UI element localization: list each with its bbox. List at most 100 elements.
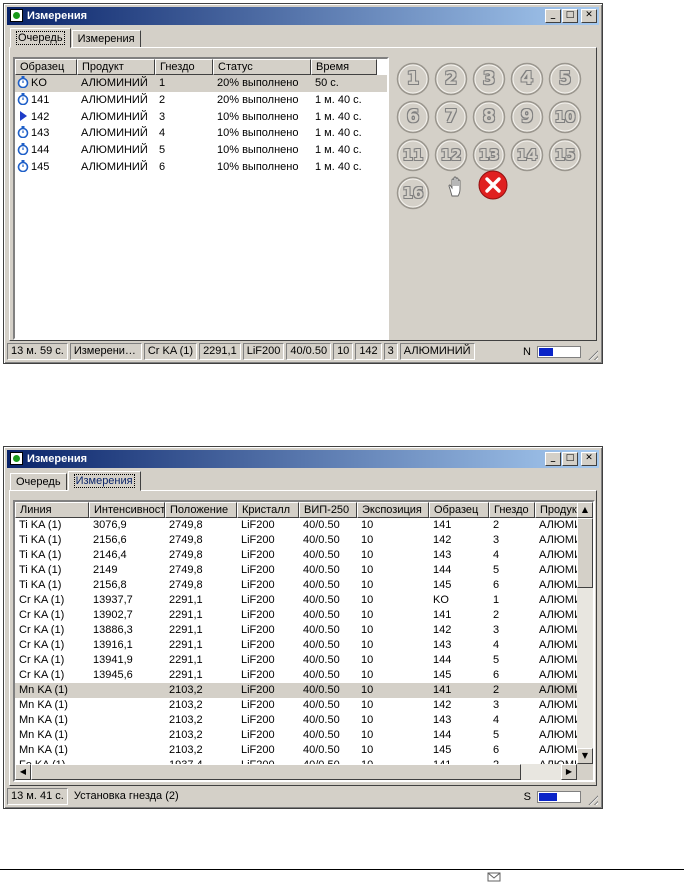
table-row[interactable]: Ti KA (1) 2146,4 2749,8 LiF200 40/0.50 10 143 4…	[15, 548, 577, 563]
slot-button-3[interactable]: 3	[472, 62, 506, 96]
slot-button-9[interactable]: 9	[510, 100, 544, 134]
minimize-button[interactable]: _	[545, 9, 561, 23]
queue-cell-sample: KO	[15, 75, 77, 92]
maximize-button[interactable]: □	[562, 9, 578, 23]
hand-icon[interactable]	[446, 176, 466, 198]
tab-queue[interactable]: Очередь	[10, 28, 71, 48]
slot-button-12[interactable]: 12	[434, 138, 468, 172]
column-header[interactable]: Образец	[15, 59, 77, 75]
table-cell: 142	[433, 699, 452, 711]
table-row[interactable]: Ti KA (1) 2156,8 2749,8 LiF200 40/0.50 10 145 6…	[15, 578, 577, 593]
table-row[interactable]: Ti KA (1) 2149 2749,8 LiF200 40/0.50 10 144 5 АЛ…	[15, 563, 577, 578]
slot-number: 7	[444, 106, 458, 127]
table-cell: LiF200	[241, 609, 275, 621]
slot-button-11[interactable]: 11	[396, 138, 430, 172]
table-cell: 2103,2	[169, 744, 203, 756]
tab-measurements[interactable]: Измерения	[67, 471, 141, 491]
column-header[interactable]: Линия	[15, 502, 89, 518]
table-row[interactable]: Mn KA (1) 2103,2 LiF200 40/0.50 10 142 3 АЛЮМИН…	[15, 698, 577, 713]
table-cell: 10	[361, 519, 374, 531]
scroll-down-button[interactable]: ▼	[577, 748, 593, 764]
queue-list[interactable]: Образец Продукт Гнездо Статус Время KO АЛЮМИН…	[13, 57, 389, 340]
close-button[interactable]: ✕	[581, 452, 597, 466]
slot-button-8[interactable]: 8	[472, 100, 506, 134]
column-header[interactable]: Гнездо	[489, 502, 535, 518]
table-cell: 40/0.50	[303, 654, 340, 666]
table-cell: 40/0.50	[303, 699, 340, 711]
table-cell: АЛЮМИНИЙ	[539, 564, 577, 576]
vertical-scroll-thumb[interactable]	[577, 518, 593, 588]
slot-button-13[interactable]: 13	[472, 138, 506, 172]
column-header[interactable]: Гнездо	[155, 59, 213, 75]
vertical-scrollbar[interactable]: ▲ ▼	[577, 502, 593, 764]
slot-button-4[interactable]: 4	[510, 62, 544, 96]
column-header[interactable]: Экспозиция	[357, 502, 429, 518]
horizontal-scroll-thumb[interactable]	[31, 764, 521, 780]
tab-queue[interactable]: Очередь	[10, 473, 67, 491]
column-header[interactable]: Интенсивность	[89, 502, 165, 518]
queue-row[interactable]: 143 АЛЮМИНИЙ 4 10% выполнено 1 м. 40 с.	[15, 125, 387, 142]
slot-number: 3	[482, 68, 496, 89]
column-header[interactable]: ВИП-250	[299, 502, 357, 518]
slot-button-14[interactable]: 14	[510, 138, 544, 172]
scroll-right-button[interactable]: ▶	[561, 764, 577, 780]
queue-cell-status: 20% выполнено	[217, 93, 299, 106]
table-cell: 6	[493, 744, 500, 756]
table-cell: 2103,2	[169, 684, 203, 696]
queue-row[interactable]: 142 АЛЮМИНИЙ 3 10% выполнено 1 м. 40 с.	[15, 109, 387, 126]
resize-grip[interactable]	[586, 348, 598, 360]
table-cell: 13916,1	[93, 639, 133, 651]
column-header[interactable]: Положение	[165, 502, 237, 518]
slot-button-2[interactable]: 2	[434, 62, 468, 96]
column-header[interactable]: Кристалл	[237, 502, 299, 518]
sample-label: 143	[31, 127, 50, 140]
queue-row[interactable]: KO АЛЮМИНИЙ 1 20% выполнено 50 с.	[15, 75, 387, 92]
tab-measurements[interactable]: Измерения	[71, 30, 141, 48]
slot-button-7[interactable]: 7	[434, 100, 468, 134]
table-row[interactable]: Ti KA (1) 3076,9 2749,8 LiF200 40/0.50 10 141 2…	[15, 518, 577, 533]
column-header[interactable]: Статус	[213, 59, 311, 75]
slot-button-6[interactable]: 6	[396, 100, 430, 134]
table-row[interactable]: Cr KA (1) 13916,1 2291,1 LiF200 40/0.50 10 143…	[15, 638, 577, 653]
table-row[interactable]: Ti KA (1) 2156,6 2749,8 LiF200 40/0.50 10 142 3…	[15, 533, 577, 548]
scroll-up-button[interactable]: ▲	[577, 502, 593, 518]
abort-button[interactable]	[478, 170, 508, 200]
column-header[interactable]: Продукт	[535, 502, 577, 518]
column-header[interactable]: Образец	[429, 502, 489, 518]
table-row[interactable]: Cr KA (1) 13941,9 2291,1 LiF200 40/0.50 10 144…	[15, 653, 577, 668]
stopwatch-icon	[17, 159, 31, 176]
slot-button-5[interactable]: 5	[548, 62, 582, 96]
table-cell: 141	[433, 609, 452, 621]
table-cell: 2103,2	[169, 729, 203, 741]
resize-grip[interactable]	[586, 793, 598, 805]
table-row[interactable]: Cr KA (1) 13902,7 2291,1 LiF200 40/0.50 10 141…	[15, 608, 577, 623]
scroll-left-button[interactable]: ◀	[15, 764, 31, 780]
queue-row[interactable]: 141 АЛЮМИНИЙ 2 20% выполнено 1 м. 40 с.	[15, 92, 387, 109]
queue-list-body: KO АЛЮМИНИЙ 1 20% выполнено 50 с. 141 АЛЮМИНИЙ…	[15, 75, 387, 176]
maximize-button[interactable]: □	[562, 452, 578, 466]
title-bar[interactable]: Измерения _ □ ✕	[7, 7, 599, 25]
minimize-button[interactable]: _	[545, 452, 561, 466]
slot-button-10[interactable]: 10	[548, 100, 582, 134]
slot-button-15[interactable]: 15	[548, 138, 582, 172]
measurements-table[interactable]: Линия Интенсивность Положение Кристалл ВИП-2…	[13, 500, 595, 782]
table-row[interactable]: Cr KA (1) 13886,3 2291,1 LiF200 40/0.50 10 142…	[15, 623, 577, 638]
title-bar[interactable]: Измерения _ □ ✕	[7, 450, 599, 468]
horizontal-scrollbar[interactable]: ◀ ▶	[15, 764, 577, 780]
table-row[interactable]: Mn KA (1) 2103,2 LiF200 40/0.50 10 141 2 АЛЮМИН…	[15, 683, 577, 698]
table-row[interactable]: Mn KA (1) 2103,2 LiF200 40/0.50 10 145 6 АЛЮМИН…	[15, 743, 577, 758]
queue-row[interactable]: 145 АЛЮМИНИЙ 6 10% выполнено 1 м. 40 с.	[15, 159, 387, 176]
slot-button-16[interactable]: 16	[396, 176, 430, 210]
slot-button-1[interactable]: 1	[396, 62, 430, 96]
column-header[interactable]: Продукт	[77, 59, 155, 75]
table-row[interactable]: Cr KA (1) 13937,7 2291,1 LiF200 40/0.50 10 KO 1…	[15, 593, 577, 608]
status-slot: 3	[383, 343, 398, 360]
close-button[interactable]: ✕	[581, 9, 597, 23]
table-cell: 40/0.50	[303, 624, 340, 636]
table-row[interactable]: Cr KA (1) 13945,6 2291,1 LiF200 40/0.50 10 145…	[15, 668, 577, 683]
status-indicator: N	[523, 346, 531, 358]
table-row[interactable]: Mn KA (1) 2103,2 LiF200 40/0.50 10 143 4 АЛЮМИН…	[15, 713, 577, 728]
queue-row[interactable]: 144 АЛЮМИНИЙ 5 10% выполнено 1 м. 40 с.	[15, 142, 387, 159]
table-row[interactable]: Mn KA (1) 2103,2 LiF200 40/0.50 10 144 5 АЛЮМИН…	[15, 728, 577, 743]
column-header[interactable]: Время	[311, 59, 377, 75]
